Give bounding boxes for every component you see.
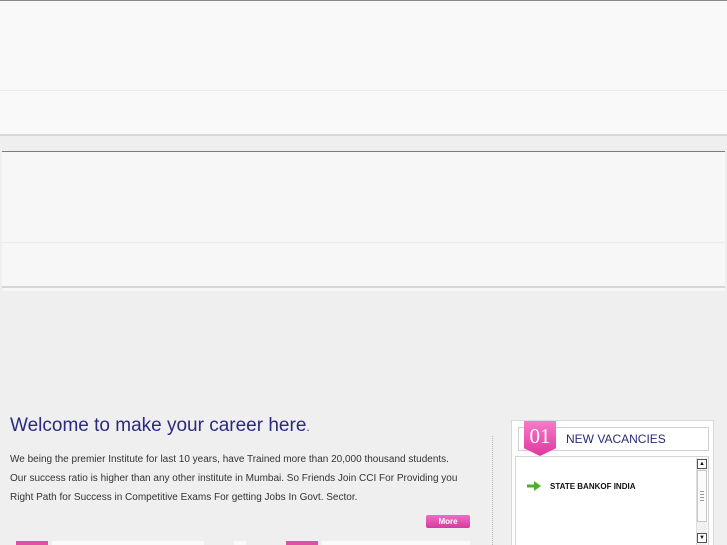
more-button[interactable]: More xyxy=(426,515,470,528)
feature-box xyxy=(52,541,204,545)
scroll-down-button[interactable]: ▼ xyxy=(697,533,707,543)
list-item[interactable]: STATE BANKOF INDIA xyxy=(527,481,635,491)
banner-bottom-border xyxy=(2,286,725,288)
feature-box xyxy=(234,541,246,545)
banner-bottom-border xyxy=(0,134,727,136)
vacancy-scrollbar[interactable]: ▲ ▼ xyxy=(696,458,707,545)
feature-box xyxy=(322,541,470,545)
green-arrow-icon xyxy=(527,481,541,491)
banner-separator xyxy=(2,242,725,243)
vacancy-title: NEW VACANCIES xyxy=(566,432,666,446)
vacancy-list xyxy=(515,456,709,545)
scroll-up-button[interactable]: ▲ xyxy=(697,459,707,469)
vacancy-item-label: STATE BANKOF INDIA xyxy=(550,481,636,491)
top-banner xyxy=(0,0,727,136)
welcome-heading-text: Welcome to make your career here xyxy=(10,415,307,436)
welcome-description: We being the premier Institute for last … xyxy=(10,454,458,503)
navigation-banner xyxy=(2,151,725,291)
welcome-heading-dot: . xyxy=(306,420,310,434)
feature-box-tab xyxy=(286,541,318,545)
scroll-thumb[interactable] xyxy=(697,470,707,522)
banner-separator xyxy=(0,90,727,91)
scroll-grip-icon xyxy=(700,491,704,503)
feature-box-tab xyxy=(16,541,48,545)
column-divider xyxy=(492,436,494,545)
welcome-heading: Welcome to make your career here. xyxy=(10,415,310,437)
